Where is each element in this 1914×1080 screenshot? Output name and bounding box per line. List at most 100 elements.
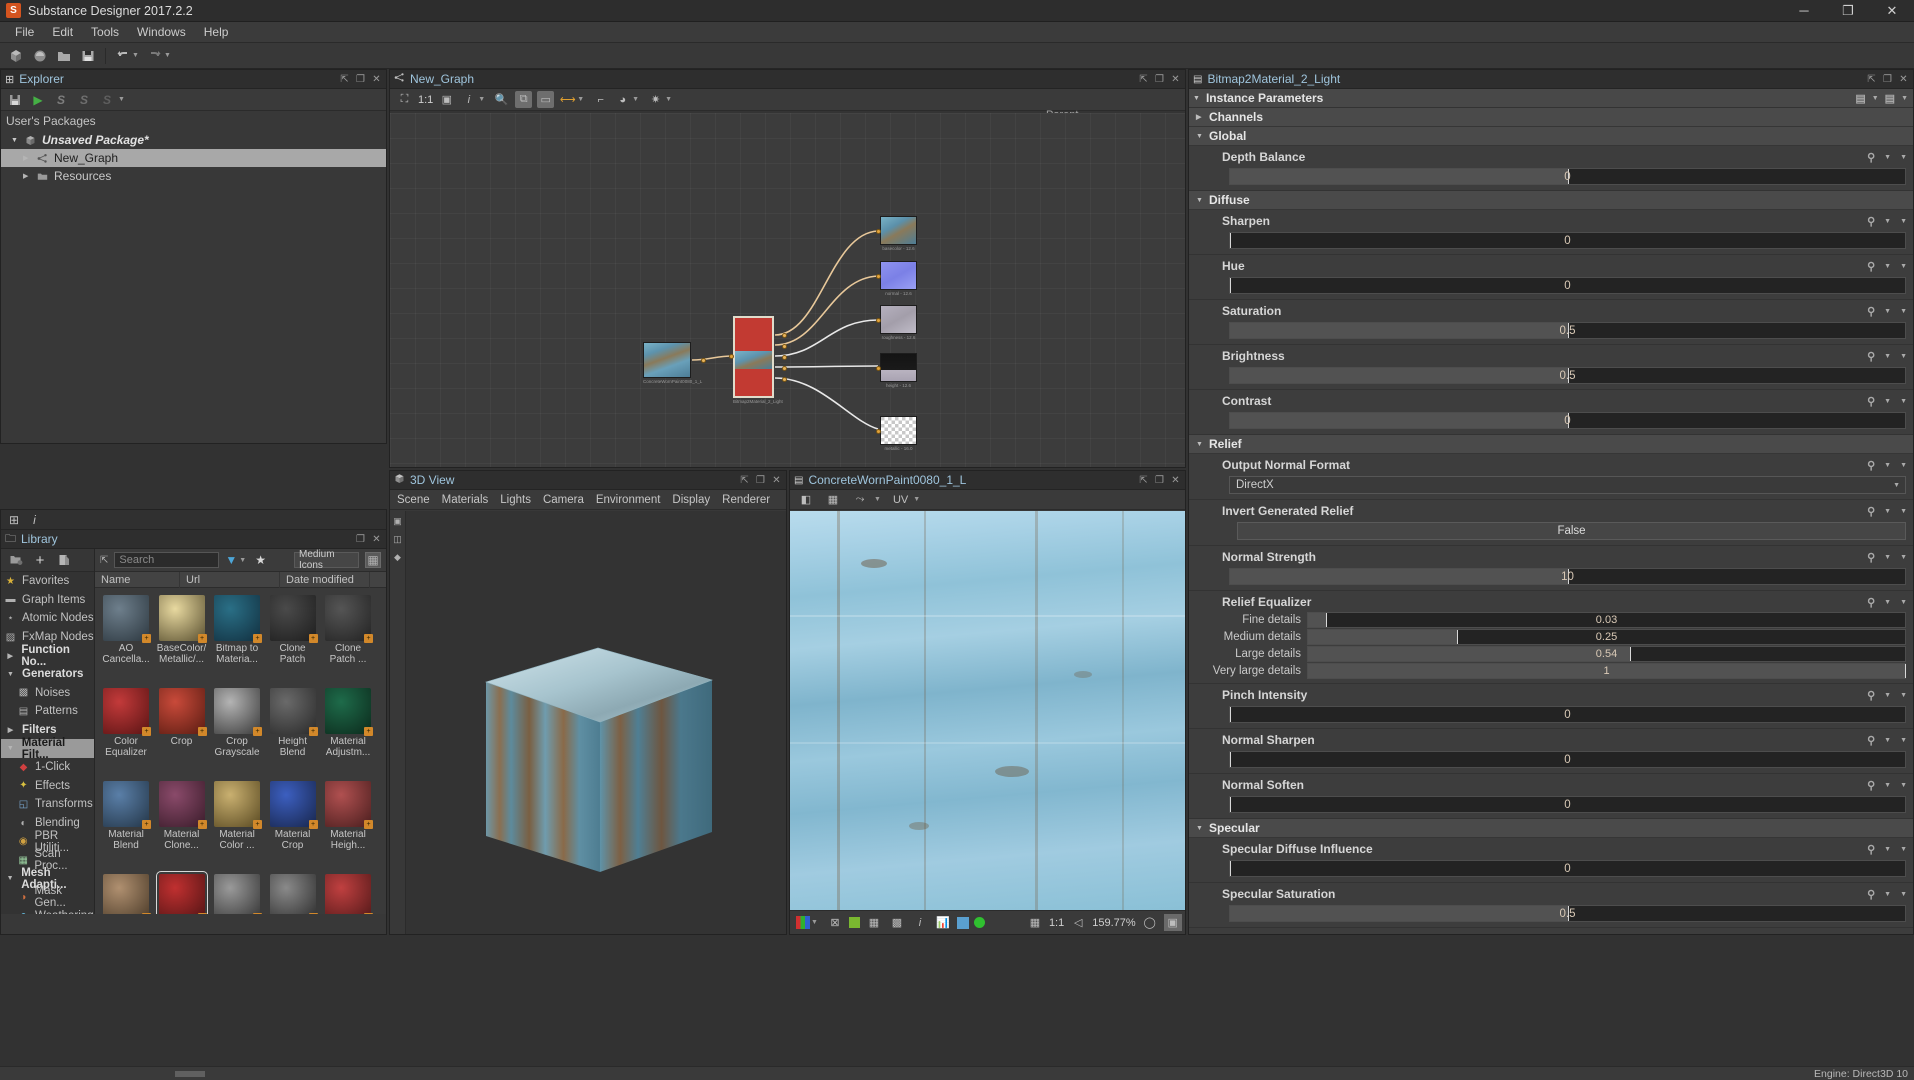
save-package-icon[interactable] [53, 46, 75, 66]
param-group-channels[interactable]: ▶Channels [1189, 108, 1913, 127]
library-item-thumbnail[interactable]: + [103, 595, 149, 641]
param-slider[interactable]: 0 [1229, 706, 1906, 723]
function-chevron-down-icon[interactable]: ▼ [1884, 737, 1891, 744]
param-dropdown[interactable]: DirectX▼ [1229, 476, 1906, 494]
param-menu-chevron-down-icon[interactable]: ▼ [1900, 462, 1907, 469]
param-slider[interactable]: 0 [1229, 168, 1906, 185]
uv-label[interactable]: UV [893, 494, 908, 506]
chevron-down-icon[interactable]: ▼ [1893, 482, 1900, 489]
function-chevron-down-icon[interactable]: ▼ [1884, 398, 1891, 405]
view3d-undock-icon[interactable]: ⇱ [737, 473, 752, 488]
param-menu-chevron-down-icon[interactable]: ▼ [1900, 154, 1907, 161]
maximize-button[interactable]: ❐ [1826, 0, 1870, 22]
library-category-effects[interactable]: ✦Effects [1, 777, 94, 796]
bitmap-input-node[interactable]: ConcreteWornPaint0080_1_L [643, 342, 702, 384]
zoom-label[interactable]: 159.77% [1092, 917, 1135, 929]
menu-tools[interactable]: Tools [82, 23, 128, 41]
params-undock-icon[interactable]: ⇱ [1864, 72, 1879, 87]
output-roughness-node[interactable]: roughness - 12.6 [880, 305, 917, 340]
function-chevron-down-icon[interactable]: ▼ [1884, 353, 1891, 360]
param-group-diffuse[interactable]: ▼Diffuse [1189, 191, 1913, 210]
run-icon[interactable]: ▶ [30, 92, 46, 108]
view3d-menu-materials[interactable]: Materials [442, 494, 489, 506]
minimize-button[interactable]: ─ [1782, 0, 1826, 22]
fit-view-icon[interactable]: ⛶ [396, 91, 413, 108]
params-float-icon[interactable]: ❐ [1880, 72, 1895, 87]
channels-chevron-down-icon[interactable]: ▼ [811, 919, 818, 926]
output-normal-node[interactable]: normal - 12.6 [880, 261, 917, 296]
zoom-out-icon[interactable]: ◁ [1069, 914, 1087, 931]
library-category-transforms[interactable]: ◱Transforms [1, 795, 94, 814]
library-category-generators[interactable]: ▼Generators [1, 665, 94, 684]
parameters-scroll-area[interactable]: ▶Channels▼GlobalDepth Balance⚲▼▼0▼Diffus… [1189, 108, 1913, 934]
edit-icon[interactable] [56, 552, 72, 568]
param-menu-chevron-down-icon[interactable]: ▼ [1900, 508, 1907, 515]
library-item[interactable]: +Clone Patch ... [321, 592, 375, 684]
library-item[interactable]: +Clone Patch [266, 592, 320, 684]
column-date-modified[interactable]: Date modified [280, 572, 370, 588]
library-item-thumbnail[interactable]: + [159, 688, 205, 734]
library-item-thumbnail[interactable]: + [103, 688, 149, 734]
chevron-down-icon[interactable]: ▼ [4, 668, 17, 681]
graph-close-icon[interactable]: ✕ [1168, 72, 1183, 87]
view3d-menu-camera[interactable]: Camera [543, 494, 584, 506]
package-chevron-down-icon[interactable]: ▼ [118, 96, 125, 103]
gear-chevron-down-icon[interactable]: ▼ [665, 96, 672, 103]
picker-icon[interactable] [957, 917, 969, 929]
tree-item-unsaved-package[interactable]: ▼ Unsaved Package* [1, 131, 386, 149]
library-category-atomic-nodes[interactable]: ⋆Atomic Nodes [1, 609, 94, 628]
param-menu-chevron-down-icon[interactable]: ▼ [1900, 398, 1907, 405]
open-package-icon[interactable] [29, 46, 51, 66]
library-item-thumbnail[interactable]: + [214, 874, 260, 914]
function-chevron-down-icon[interactable]: ▼ [1884, 599, 1891, 606]
param-slider[interactable]: 0.5 [1229, 322, 1906, 339]
view3d-menu-environment[interactable]: Environment [596, 494, 661, 506]
tile-view-icon[interactable]: ▩ [888, 914, 906, 931]
view2d-close-icon[interactable]: ✕ [1168, 473, 1183, 488]
gear-icon[interactable]: ✷ [647, 91, 664, 108]
library-category-favorites[interactable]: ★Favorites [1, 572, 94, 591]
sphere-icon[interactable] [974, 917, 985, 928]
timer-icon[interactable]: ◕ [614, 91, 631, 108]
library-item[interactable]: +Material Blend [99, 778, 153, 870]
library-item[interactable]: +Bitmap to Materia... [210, 592, 264, 684]
instance-parameters-header[interactable]: ▼ Instance Parameters ▤ ▼ ▤ ▼ [1189, 89, 1913, 108]
param-menu-chevron-down-icon[interactable]: ▼ [1900, 353, 1907, 360]
package-icon[interactable]: S [53, 92, 69, 108]
chevron-right-icon[interactable]: ▶ [23, 172, 31, 180]
info-icon[interactable]: i [911, 914, 929, 931]
link-straight-icon[interactable]: ⟷ [559, 91, 576, 108]
equalizer-slider[interactable]: 0.03 [1307, 612, 1906, 628]
library-category-mask-gen[interactable]: ◑Mask Gen... [1, 888, 94, 907]
chevron-down-icon[interactable]: ▼ [11, 137, 19, 144]
redo-chevron-down-icon[interactable]: ▼ [164, 52, 171, 59]
graph-canvas[interactable]: ConcreteWornPaint0080_1_L Bitmap2Materia… [390, 113, 1185, 467]
note-chevron-down-icon[interactable]: ▼ [1872, 95, 1879, 102]
library-category-function-no[interactable]: ▶Function No... [1, 646, 94, 665]
column-name[interactable]: Name [95, 572, 180, 588]
view2d-image[interactable] [790, 511, 1185, 910]
library-item-thumbnail[interactable]: + [325, 874, 371, 914]
param-bool-toggle[interactable]: False [1237, 522, 1906, 540]
ratio-icon[interactable]: ▦ [1026, 914, 1044, 931]
view-fit-icon[interactable]: ▣ [1164, 914, 1182, 931]
function-icon[interactable]: ⚲ [1867, 260, 1875, 273]
grid-icon[interactable]: ▦ [865, 914, 883, 931]
library-item-thumbnail[interactable]: + [325, 595, 371, 641]
function-icon[interactable]: ⚲ [1867, 305, 1875, 318]
equalizer-slider[interactable]: 0.54 [1307, 646, 1906, 662]
param-menu-chevron-down-icon[interactable]: ▼ [1900, 692, 1907, 699]
function-chevron-down-icon[interactable]: ▼ [1884, 782, 1891, 789]
param-menu-chevron-down-icon[interactable]: ▼ [1900, 846, 1907, 853]
param-slider[interactable]: 0.5 [1229, 367, 1906, 384]
info-icon[interactable]: i [460, 91, 477, 108]
tile-icon[interactable]: ▦ [824, 491, 842, 508]
library-category-graph-items[interactable]: ▬Graph Items [1, 591, 94, 610]
function-icon[interactable]: ⚲ [1867, 843, 1875, 856]
function-icon[interactable]: ⚲ [1867, 151, 1875, 164]
chevron-down-icon[interactable]: ▼ [1196, 825, 1203, 832]
link-angle-icon[interactable]: ⌐ [592, 91, 609, 108]
tree-item-resources[interactable]: ▶ Resources [1, 167, 386, 185]
library-item[interactable]: +Material Crop [266, 778, 320, 870]
param-menu-chevron-down-icon[interactable]: ▼ [1900, 891, 1907, 898]
